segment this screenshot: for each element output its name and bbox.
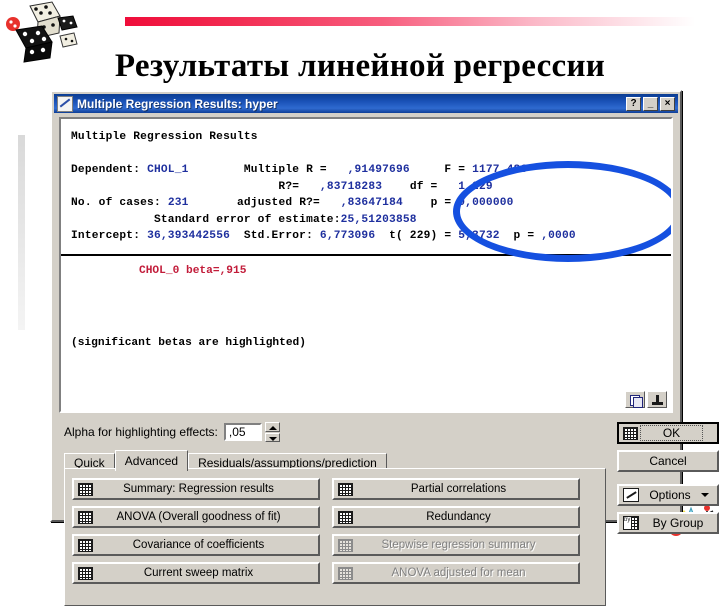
anova-adjusted-for-mean-button: ANOVA adjusted for mean xyxy=(332,562,580,584)
chevron-down-icon xyxy=(701,493,709,497)
anova-goodness-of-fit-button[interactable]: ANOVA (Overall goodness of fit) xyxy=(72,506,320,528)
button-label: Stepwise regression summary xyxy=(381,539,536,551)
intercept-t-value: 5,3732 xyxy=(458,230,500,242)
stepwise-regression-summary-button: Stepwise regression summary xyxy=(332,534,580,556)
by-group-icon: by xyxy=(623,516,639,530)
intercept-p-value: ,0000 xyxy=(541,230,576,242)
options-button-label: Options xyxy=(649,488,691,502)
help-button[interactable]: ? xyxy=(626,96,641,111)
button-label: Current sweep matrix xyxy=(143,567,254,579)
alpha-label: Alpha for highlighting effects: xyxy=(64,425,218,439)
results-heading: Multiple Regression Results xyxy=(71,131,258,143)
titlebar-button-group: ? _ × xyxy=(626,96,678,111)
slide-accent-bar xyxy=(125,17,695,26)
button-label: ANOVA (Overall goodness of fit) xyxy=(116,511,281,523)
spreadsheet-icon xyxy=(78,482,93,496)
button-label: ANOVA adjusted for mean xyxy=(391,567,526,579)
r-square-value: ,83718283 xyxy=(319,180,383,193)
close-button[interactable]: × xyxy=(660,96,675,111)
minimize-button[interactable]: _ xyxy=(643,96,658,111)
alpha-stepper-up[interactable] xyxy=(264,422,280,432)
spreadsheet-icon xyxy=(78,510,93,524)
intercept-t-label: t( 229) = xyxy=(389,230,452,242)
p-value: 0,000000 xyxy=(458,197,514,209)
right-button-column: Partial correlations Redundancy Stepwise… xyxy=(332,478,580,584)
side-button-column: OK Cancel Options by By Group xyxy=(617,422,719,540)
pin-icon[interactable] xyxy=(647,391,667,408)
spreadsheet-icon xyxy=(623,426,638,440)
ok-button-label: OK xyxy=(640,425,703,441)
f-value: 1177,486 xyxy=(472,164,528,176)
partial-correlations-button[interactable]: Partial correlations xyxy=(332,478,580,500)
redundancy-button[interactable]: Redundancy xyxy=(332,506,580,528)
button-label: Covariance of coefficients xyxy=(132,539,265,551)
button-label: Summary: Regression results xyxy=(123,483,274,495)
intercept-label: Intercept: xyxy=(71,230,141,242)
std-error-label: Standard error of estimate: xyxy=(153,213,341,226)
intercept-se-value: 6,773096 xyxy=(319,230,376,242)
page-title: Результаты линейной регрессии xyxy=(114,48,606,84)
results-text-block: Multiple Regression Results Dependent: C… xyxy=(71,129,576,245)
summary-regression-results-button[interactable]: Summary: Regression results xyxy=(72,478,320,500)
cases-value: 231 xyxy=(167,197,189,209)
highlight-note: (significant betas are highlighted) xyxy=(71,337,306,349)
multiple-r-label: Multiple R = xyxy=(243,164,327,176)
p-label: p = xyxy=(430,197,452,209)
intercept-se-label: Std.Error: xyxy=(243,230,313,242)
adj-r-square-value: ,83647184 xyxy=(340,197,403,209)
button-label: Partial correlations xyxy=(410,483,507,495)
cases-label: No. of cases: xyxy=(71,197,161,209)
ok-button[interactable]: OK xyxy=(617,422,719,444)
dialog-titlebar[interactable]: Multiple Regression Results: hyper ? _ × xyxy=(54,94,678,113)
df-label: df = xyxy=(409,180,438,193)
button-label: Redundancy xyxy=(426,511,491,523)
spreadsheet-icon xyxy=(338,510,353,524)
tab-advanced[interactable]: Advanced xyxy=(114,450,189,471)
df-value: 1,229 xyxy=(458,180,493,193)
f-label: F = xyxy=(444,164,466,176)
spreadsheet-icon xyxy=(338,566,353,580)
by-group-button-label: By Group xyxy=(652,516,704,530)
cancel-button-label: Cancel xyxy=(649,454,687,468)
wrench-icon xyxy=(623,488,639,502)
alpha-stepper[interactable] xyxy=(264,422,280,442)
application-icon xyxy=(57,95,73,112)
dependent-label: Dependent: xyxy=(71,164,141,176)
std-error-value: 25,51203858 xyxy=(340,213,417,226)
intercept-value: 36,393442556 xyxy=(147,230,231,242)
left-button-column: Summary: Regression results ANOVA (Overa… xyxy=(72,478,320,584)
r-square-label: R?= xyxy=(278,180,300,193)
intercept-p-label: p = xyxy=(513,230,535,242)
spreadsheet-icon xyxy=(338,482,353,496)
covariance-of-coefficients-button[interactable]: Covariance of coefficients xyxy=(72,534,320,556)
dialog-title: Multiple Regression Results: hyper xyxy=(77,96,278,111)
results-divider xyxy=(61,254,671,256)
current-sweep-matrix-button[interactable]: Current sweep matrix xyxy=(72,562,320,584)
alpha-stepper-down[interactable] xyxy=(264,432,280,442)
by-group-button[interactable]: by By Group xyxy=(617,512,719,534)
adj-r-square-label: adjusted R?= xyxy=(236,197,320,209)
cancel-button[interactable]: Cancel xyxy=(617,450,719,472)
alpha-row: Alpha for highlighting effects: ,05 xyxy=(64,422,280,442)
pane-tool-row xyxy=(625,391,667,408)
spreadsheet-icon xyxy=(78,538,93,552)
dependent-value: CHOL_1 xyxy=(147,164,189,176)
regression-results-dialog: Multiple Regression Results: hyper ? _ ×… xyxy=(50,90,719,606)
spreadsheet-icon xyxy=(78,566,93,580)
alpha-input[interactable]: ,05 xyxy=(223,423,262,441)
results-output-pane[interactable]: Multiple Regression Results Dependent: C… xyxy=(59,117,673,413)
significant-beta-line: CHOL_0 beta=,915 xyxy=(139,265,247,277)
spreadsheet-icon xyxy=(338,538,353,552)
decorative-strip xyxy=(18,135,25,330)
multiple-r-value: ,91497696 xyxy=(347,164,410,176)
options-button[interactable]: Options xyxy=(617,484,719,506)
copy-icon[interactable] xyxy=(625,391,645,408)
